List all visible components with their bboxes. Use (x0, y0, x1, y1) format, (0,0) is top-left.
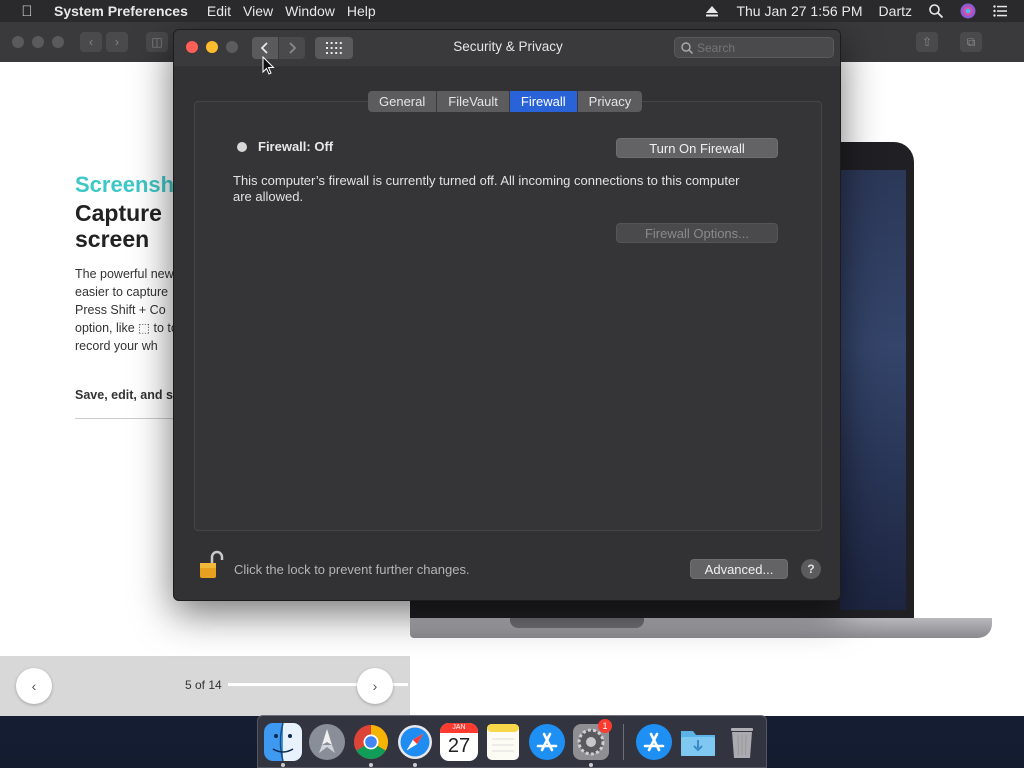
bg-sidebar-icon[interactable]: ◫ (146, 32, 168, 52)
system-preferences-running-indicator (589, 763, 593, 767)
forward-button[interactable] (279, 37, 305, 59)
bg-zoom-icon[interactable] (52, 36, 64, 48)
menubar:  System Preferences Edit View Window He… (0, 0, 1024, 22)
spotlight-search-icon[interactable] (928, 3, 944, 19)
notification-badge: 1 (598, 719, 612, 733)
app-store-download-icon[interactable] (635, 723, 673, 761)
turn-on-firewall-button[interactable]: Turn On Firewall (616, 138, 778, 158)
calendar-month: JAN (440, 723, 478, 733)
firewall-status-label: Firewall: Off (258, 139, 334, 154)
bg-prev-page-button[interactable]: ‹ (16, 668, 52, 704)
bg-close-icon[interactable] (12, 36, 24, 48)
finder-icon[interactable] (264, 723, 302, 761)
bg-heading-screenshot: Screensh (75, 172, 175, 197)
bg-next-page-button[interactable]: › (357, 668, 393, 704)
preference-tabs: General FileVault Firewall Privacy (368, 91, 643, 112)
menubar-user[interactable]: Dartz (879, 3, 912, 19)
unlocked-lock-icon[interactable] (198, 550, 224, 580)
laptop-base (410, 618, 992, 638)
bg-window-icon[interactable]: ⧉ (960, 32, 982, 52)
bg-body-text: The powerful new easier to capture Press… (75, 267, 178, 353)
app-store-icon[interactable] (528, 723, 566, 761)
tab-firewall[interactable]: Firewall (509, 91, 578, 112)
search-icon (681, 42, 694, 55)
menu-help[interactable]: Help (347, 0, 387, 22)
tab-general[interactable]: General (368, 91, 438, 112)
eject-icon[interactable] (704, 3, 720, 19)
help-button[interactable]: ? (801, 559, 821, 579)
bg-save-edit-link[interactable]: Save, edit, and s (75, 388, 173, 402)
lock-message: Click the lock to prevent further change… (234, 562, 470, 577)
bg-back-icon[interactable]: ‹ (80, 32, 102, 52)
calendar-icon[interactable]: JAN 27 (440, 723, 478, 761)
search-input[interactable] (697, 40, 827, 56)
menu-edit[interactable]: Edit (207, 0, 242, 22)
bg-page-indicator: 5 of 14 (185, 678, 222, 692)
notification-center-icon[interactable] (992, 3, 1008, 19)
downloads-folder-icon[interactable] (679, 723, 717, 761)
firewall-description: This computer’s firewall is currently tu… (233, 173, 740, 204)
chrome-icon[interactable] (352, 723, 390, 761)
apple-menu-icon[interactable]:  (0, 3, 54, 20)
security-privacy-window[interactable]: Security & Privacy General FileVault Fir… (173, 29, 841, 601)
bg-forward-icon[interactable]: › (106, 32, 128, 52)
bg-share-icon[interactable]: ⇧ (916, 32, 938, 52)
bg-minimize-icon[interactable] (32, 36, 44, 48)
show-all-button[interactable] (315, 37, 353, 59)
tab-filevault[interactable]: FileVault (437, 91, 510, 112)
chrome-running-indicator (369, 763, 373, 767)
advanced-button[interactable]: Advanced... (690, 559, 788, 579)
chevron-right-icon (289, 42, 297, 54)
menubar-clock[interactable]: Thu Jan 27 1:56 PM (736, 3, 862, 19)
laptop-notch (510, 618, 644, 628)
firewall-panel (194, 101, 822, 531)
search-field[interactable] (674, 37, 834, 58)
firewall-status-indicator (237, 142, 247, 152)
mouse-cursor-icon (262, 56, 275, 75)
safari-icon[interactable] (396, 723, 434, 761)
dock: JAN 27 1 (257, 715, 767, 768)
chevron-left-icon (260, 42, 268, 54)
finder-running-indicator (281, 763, 285, 767)
siri-icon[interactable] (960, 3, 976, 19)
dock-separator (623, 724, 624, 760)
safari-running-indicator (413, 763, 417, 767)
trash-icon[interactable] (723, 723, 761, 761)
menu-view[interactable]: View (243, 0, 284, 22)
tab-privacy[interactable]: Privacy (577, 91, 643, 112)
launchpad-icon[interactable] (308, 723, 346, 761)
calendar-day: 27 (447, 735, 471, 757)
menu-window[interactable]: Window (285, 0, 346, 22)
firewall-options-button[interactable]: Firewall Options... (616, 223, 778, 243)
menu-app-name[interactable]: System Preferences (54, 0, 206, 22)
laptop-screen-image (840, 170, 906, 610)
notes-icon[interactable] (484, 723, 522, 761)
bg-divider (75, 418, 175, 419)
grid-icon (326, 42, 342, 54)
